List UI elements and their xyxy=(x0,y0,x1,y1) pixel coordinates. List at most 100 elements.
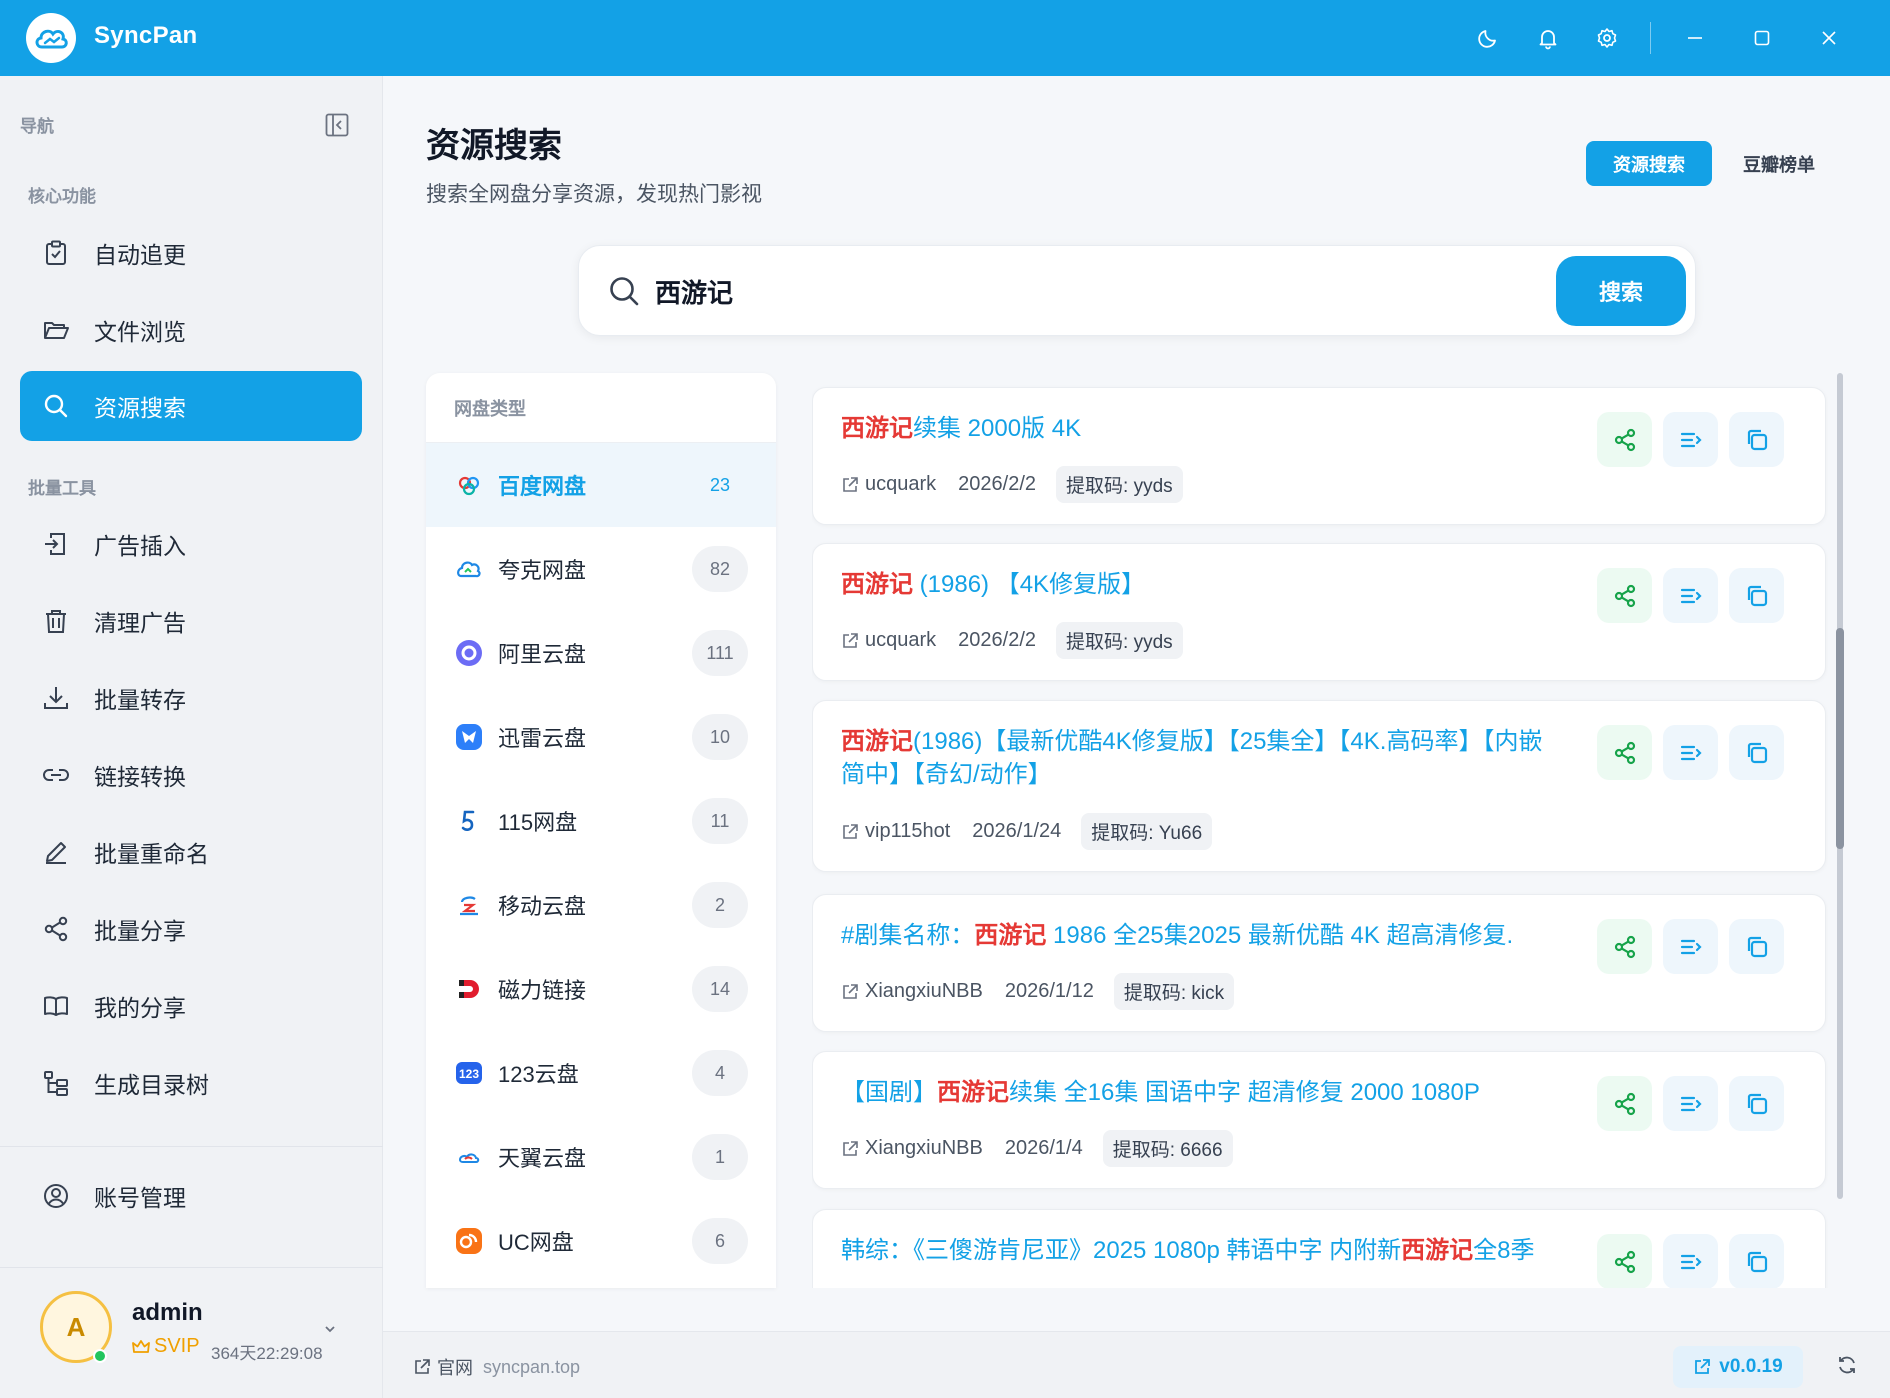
result-title-text: (1986) 【4K修复版】 xyxy=(913,571,1146,598)
provider-aliyun[interactable]: 阿里云盘 111 xyxy=(426,611,776,695)
sidebar-item-batch-rename[interactable]: 批量重命名 xyxy=(20,817,362,887)
minimize-icon[interactable] xyxy=(1675,18,1715,58)
official-site-link[interactable]: 官网 syncpan.top xyxy=(413,1354,580,1380)
provider-count: 4 xyxy=(692,1050,748,1096)
add-to-list-button[interactable] xyxy=(1663,919,1718,974)
share-button[interactable] xyxy=(1597,725,1652,780)
result-title-text: 续集 全16集 国语中字 超清修复 2000 1080P xyxy=(1009,1079,1480,1106)
result-card[interactable]: 西游记(1986)【最新优酷4K修复版】【25集全】【4K.高码率】【内嵌简中】… xyxy=(812,700,1826,872)
result-date: 2026/1/24 xyxy=(972,820,1062,842)
copy-link-button[interactable] xyxy=(1729,1234,1784,1288)
sidebar-item-resource-search[interactable]: 资源搜索 xyxy=(20,371,362,441)
share-button[interactable] xyxy=(1597,412,1652,467)
sidebar-item-label: 批量重命名 xyxy=(94,841,209,867)
bell-icon[interactable] xyxy=(1528,18,1568,58)
search-button[interactable]: 搜索 xyxy=(1556,256,1686,326)
sidebar-collapse-icon[interactable] xyxy=(322,110,352,140)
result-title[interactable]: 西游记 (1986) 【4K修复版】 xyxy=(841,568,1561,601)
sidebar-item-link-convert[interactable]: 链接转换 xyxy=(20,740,362,810)
result-source[interactable]: XiangxiuNBB xyxy=(865,1137,983,1160)
result-card[interactable]: 【国剧】西游记续集 全16集 国语中字 超清修复 2000 1080P Xiang… xyxy=(812,1051,1826,1189)
sidebar-item-account[interactable]: 账号管理 xyxy=(20,1161,362,1231)
share-button[interactable] xyxy=(1597,919,1652,974)
result-title[interactable]: 西游记(1986)【最新优酷4K修复版】【25集全】【4K.高码率】【内嵌简中】… xyxy=(841,725,1561,791)
add-to-list-button[interactable] xyxy=(1663,412,1718,467)
share-icon xyxy=(1612,427,1638,453)
gear-icon[interactable] xyxy=(1587,18,1627,58)
share-button[interactable] xyxy=(1597,1076,1652,1131)
provider-tianyi[interactable]: 天翼云盘 1 xyxy=(426,1115,776,1199)
provider-uc[interactable]: UC网盘 6 xyxy=(426,1199,776,1283)
tab-douban-ranking[interactable]: 豆瓣榜单 xyxy=(1726,141,1832,186)
copy-icon xyxy=(1744,934,1770,960)
provider-115[interactable]: 115网盘 11 xyxy=(426,779,776,863)
add-to-list-button[interactable] xyxy=(1663,725,1718,780)
version-label: v0.0.19 xyxy=(1719,1356,1783,1377)
scrollbar-thumb[interactable] xyxy=(1836,628,1844,849)
result-source[interactable]: ucquark xyxy=(865,629,936,652)
share-button[interactable] xyxy=(1597,568,1652,623)
result-card[interactable]: 韩综：《三傻游肯尼亚》2025 1080p 韩语中字 内附新西游记全8季 xyxy=(812,1209,1826,1288)
sidebar-item-label: 链接转换 xyxy=(94,764,186,790)
copy-link-button[interactable] xyxy=(1729,725,1784,780)
result-title[interactable]: 西游记续集 2000版 4K xyxy=(841,412,1561,445)
search-input[interactable] xyxy=(655,268,1455,314)
result-card[interactable]: 西游记续集 2000版 4K ucquark 2026/2/2 提取码: yyds xyxy=(812,387,1826,525)
sidebar-item-file-browse[interactable]: 文件浏览 xyxy=(20,295,362,365)
sidebar-item-auto-update[interactable]: 自动追更 xyxy=(20,218,362,288)
book-icon xyxy=(40,990,72,1022)
provider-123[interactable]: 123 123云盘 4 xyxy=(426,1031,776,1115)
provider-baidu[interactable]: 百度网盘 23 xyxy=(426,443,776,527)
provider-magnet[interactable]: 磁力链接 14 xyxy=(426,947,776,1031)
result-title[interactable]: 【国剧】西游记续集 全16集 国语中字 超清修复 2000 1080P xyxy=(841,1076,1561,1109)
provider-count: 23 xyxy=(709,474,731,495)
refresh-icon[interactable] xyxy=(1836,1354,1858,1376)
sidebar-item-batch-save[interactable]: 批量转存 xyxy=(20,663,362,733)
provider-name: 夸克网盘 xyxy=(498,558,587,583)
add-to-list-button[interactable] xyxy=(1663,1234,1718,1288)
titlebar-separator xyxy=(1650,22,1651,54)
external-link-icon xyxy=(841,983,859,1001)
result-title-text: 韩综：《三傻游肯尼亚》2025 1080p 韩语中字 内附新 xyxy=(841,1237,1402,1264)
moon-icon[interactable] xyxy=(1468,18,1508,58)
copy-link-button[interactable] xyxy=(1729,1076,1784,1131)
copy-link-button[interactable] xyxy=(1729,568,1784,623)
sidebar-item-ad-insert[interactable]: 广告插入 xyxy=(20,509,362,579)
add-to-list-button[interactable] xyxy=(1663,1076,1718,1131)
result-source[interactable]: ucquark xyxy=(865,473,936,496)
extract-code-badge: 提取码: 6666 xyxy=(1102,1130,1233,1167)
folder-open-icon xyxy=(40,314,72,346)
chevron-down-icon[interactable] xyxy=(322,1321,338,1337)
sidebar-item-clean-ads[interactable]: 清理广告 xyxy=(20,586,362,656)
result-title-keyword: 西游记 xyxy=(841,728,913,755)
result-title[interactable]: #剧集名称：西游记 1986 全25集2025 最新优酷 4K 超高清修复. xyxy=(841,919,1561,952)
result-source[interactable]: XiangxiuNBB xyxy=(865,980,983,1003)
sidebar-item-dir-tree[interactable]: 生成目录树 xyxy=(20,1048,362,1118)
close-icon[interactable] xyxy=(1809,18,1849,58)
result-card[interactable]: 西游记 (1986) 【4K修复版】 ucquark 2026/2/2 提取码: yy… xyxy=(812,543,1826,681)
tab-resource-search[interactable]: 资源搜索 xyxy=(1586,141,1712,186)
app-name: SyncPan xyxy=(94,22,198,49)
result-source[interactable]: vip115hot xyxy=(865,820,950,843)
provider-quark[interactable]: 夸克网盘 82 xyxy=(426,527,776,611)
result-meta: vip115hot 2026/1/24 提取码: Yu66 xyxy=(841,813,1213,850)
user-card[interactable]: A admin SVIP 364天22:29:08 xyxy=(0,1269,383,1398)
footer: 官网 syncpan.top v0.0.19 xyxy=(383,1331,1890,1398)
maximize-icon[interactable] xyxy=(1742,18,1782,58)
provider-xunlei[interactable]: 迅雷云盘 10 xyxy=(426,695,776,779)
sidebar-divider xyxy=(0,1146,383,1147)
sidebar-item-batch-share[interactable]: 批量分享 xyxy=(20,894,362,964)
provider-count: 11 xyxy=(692,798,748,844)
add-to-list-button[interactable] xyxy=(1663,568,1718,623)
result-title[interactable]: 韩综：《三傻游肯尼亚》2025 1080p 韩语中字 内附新西游记全8季 xyxy=(841,1234,1561,1267)
result-card[interactable]: #剧集名称：西游记 1986 全25集2025 最新优酷 4K 超高清修复. Xi… xyxy=(812,894,1826,1032)
page-title: 资源搜索 xyxy=(426,127,562,165)
share-button[interactable] xyxy=(1597,1234,1652,1288)
copy-link-button[interactable] xyxy=(1729,919,1784,974)
provider-mobile-cloud[interactable]: 移动云盘 2 xyxy=(426,863,776,947)
provider-count: 111 xyxy=(692,630,748,676)
version-button[interactable]: v0.0.19 xyxy=(1673,1346,1803,1388)
svip-label: SVIP xyxy=(154,1335,200,1357)
sidebar-item-my-shares[interactable]: 我的分享 xyxy=(20,971,362,1041)
copy-link-button[interactable] xyxy=(1729,412,1784,467)
